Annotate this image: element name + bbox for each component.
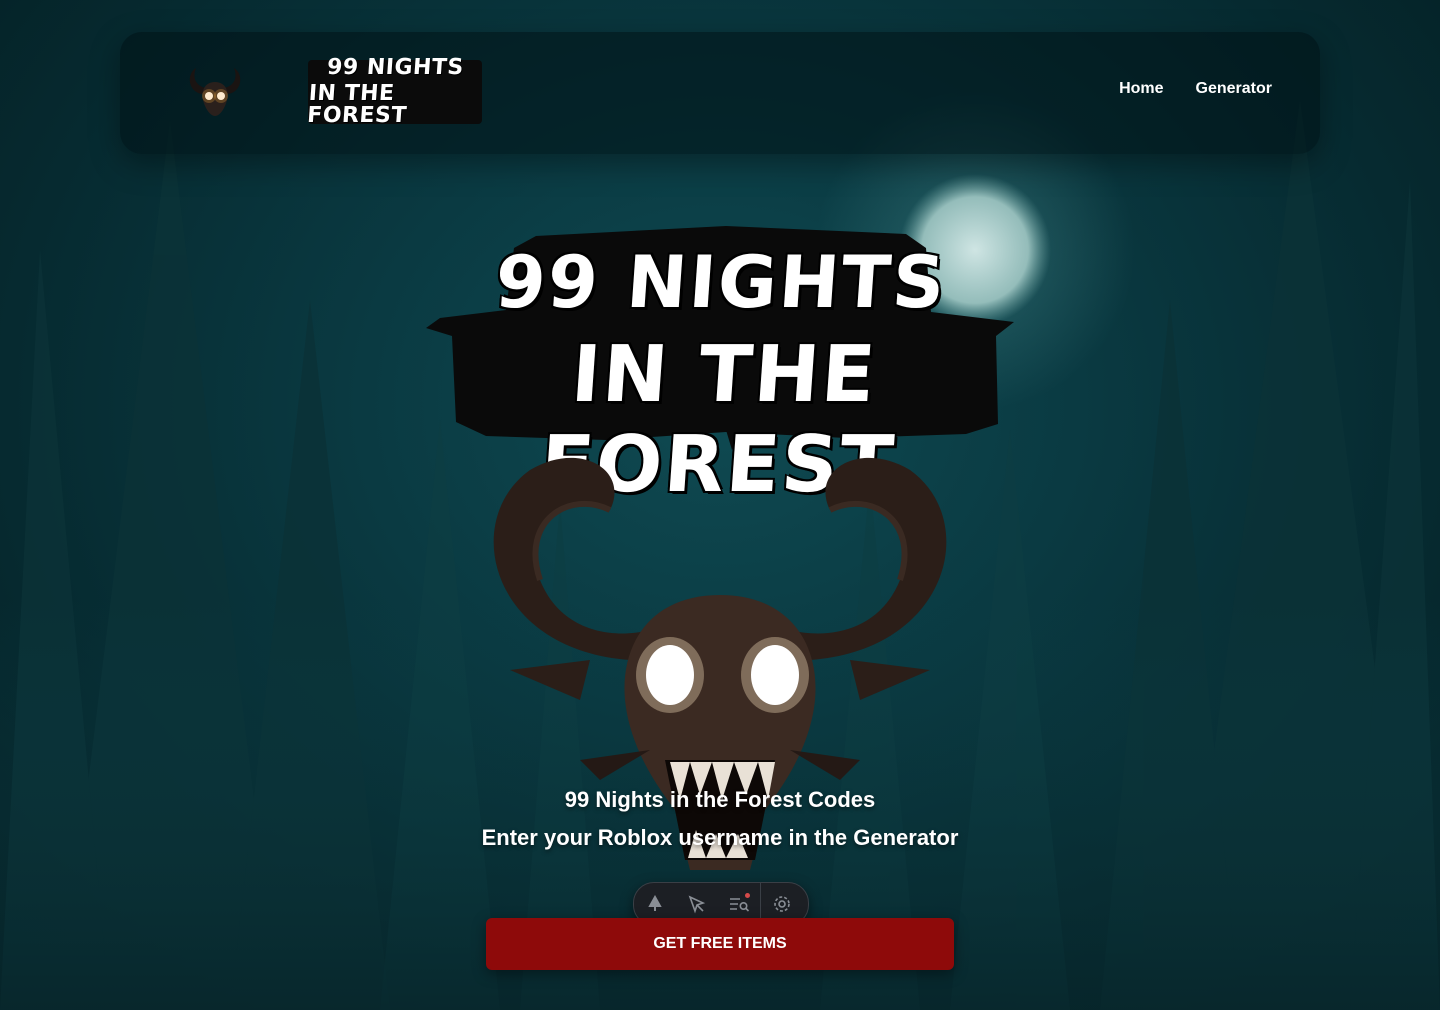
nav-link-home[interactable]: Home (1119, 80, 1163, 98)
notification-dot (745, 893, 750, 898)
hero-instructions: Enter your Roblox username in the Genera… (481, 825, 959, 850)
hero-game-logo: 99 NIGHTS IN THE FOREST (426, 218, 1016, 510)
nav-links: Home Generator (1119, 80, 1272, 98)
mascot-logo-icon[interactable] (184, 64, 246, 118)
hero-subtitle: 99 Nights in the Forest Codes (564, 787, 876, 812)
site-logo-line2: IN THE FOREST (306, 81, 408, 128)
hero-title-line1: 99 NIGHTS (492, 240, 950, 324)
navbar: 99 NIGHTS IN THE FOREST Home Generator (120, 32, 1320, 154)
horned-creature-illustration (493, 457, 947, 870)
get-free-items-button[interactable]: GET FREE ITEMS (486, 918, 954, 970)
site-logo-line1: 99 NIGHTS (325, 55, 465, 80)
site-logo[interactable]: 99 NIGHTS IN THE FOREST (306, 55, 482, 128)
nav-link-generator[interactable]: Generator (1196, 80, 1272, 98)
